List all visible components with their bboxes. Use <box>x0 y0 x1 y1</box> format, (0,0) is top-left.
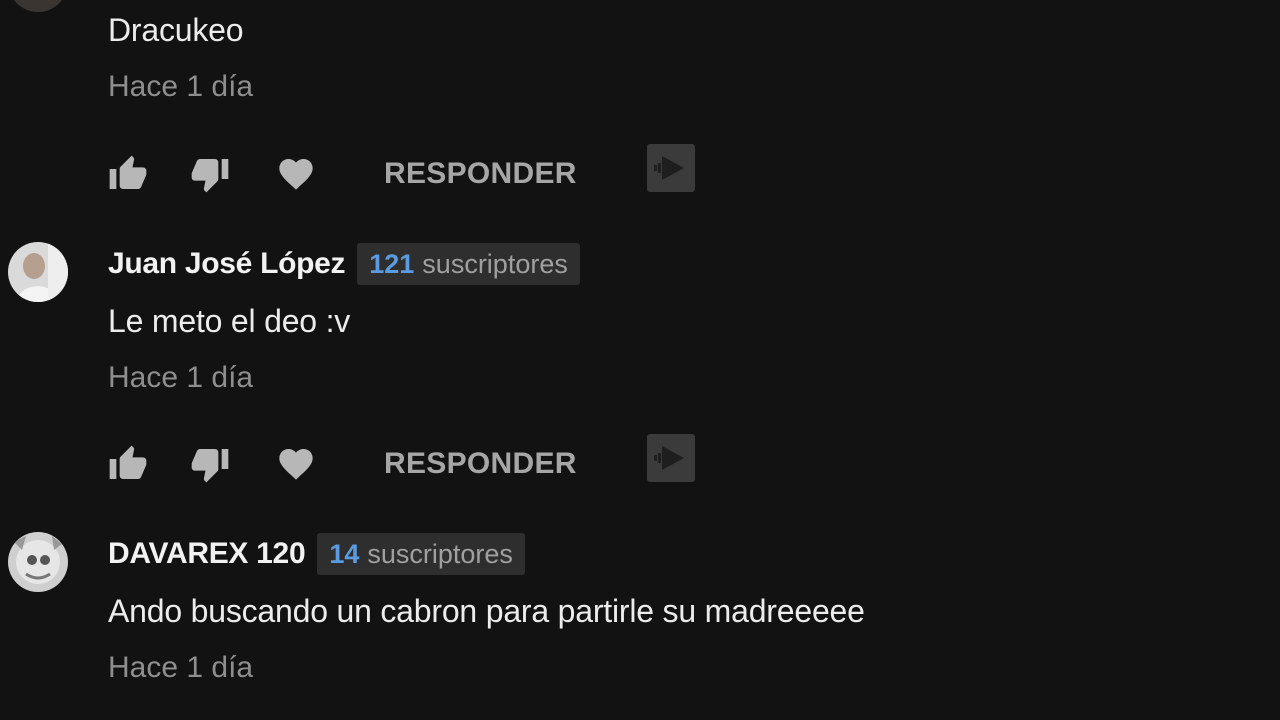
share-video-button[interactable] <box>646 140 696 196</box>
author-name[interactable]: DAVAREX 120 <box>108 537 306 571</box>
share-video-button[interactable] <box>646 430 696 486</box>
subscriber-count: 121 <box>369 248 415 279</box>
thumb-down-icon <box>191 449 229 483</box>
comment-actions: RESPONDER <box>108 434 708 492</box>
comment-actions: RESPONDER <box>108 144 708 202</box>
reply-label: RESPONDER <box>384 157 577 190</box>
dislike-button[interactable] <box>190 436 230 492</box>
comment-header: DAVAREX 120 14 suscriptores <box>108 532 525 576</box>
subscriber-label: suscriptores <box>422 248 568 279</box>
share-video-icon <box>647 144 695 192</box>
dislike-button[interactable] <box>190 146 230 202</box>
share-video-icon <box>647 434 695 482</box>
avatar[interactable] <box>8 532 68 592</box>
heart-icon <box>279 449 313 480</box>
comment-text: Le meto el deo :v <box>108 303 351 339</box>
subscriber-count: 14 <box>329 538 360 569</box>
subscriber-badge: 121 suscriptores <box>357 243 580 285</box>
comment-time[interactable]: Hace 1 día <box>108 70 253 104</box>
comment-time[interactable]: Hace 1 día <box>108 361 253 395</box>
reply-label: RESPONDER <box>384 447 577 480</box>
thumb-down-icon <box>191 159 229 193</box>
avatar[interactable] <box>8 0 68 12</box>
thumb-up-icon <box>109 155 147 189</box>
reply-button[interactable]: RESPONDER <box>384 436 577 492</box>
subscriber-badge: 14 suscriptores <box>317 533 525 575</box>
thumb-up-icon <box>109 445 147 479</box>
comment-text: Ando buscando un cabron para partirle su… <box>108 593 865 629</box>
comment-time[interactable]: Hace 1 día <box>108 651 253 685</box>
subscriber-label: suscriptores <box>367 538 513 569</box>
heart-button[interactable] <box>276 146 316 202</box>
comment-header: Juan José López 121 suscriptores <box>108 242 580 286</box>
reply-button[interactable]: RESPONDER <box>384 146 577 202</box>
heart-button[interactable] <box>276 436 316 492</box>
avatar[interactable] <box>8 242 68 302</box>
comment-text: Dracukeo <box>108 12 244 48</box>
like-button[interactable] <box>108 146 148 202</box>
author-name[interactable]: Juan José López <box>108 247 346 281</box>
comments-section: Dracukeo Hace 1 día RESPONDER Juan José … <box>0 0 1280 720</box>
like-button[interactable] <box>108 436 148 492</box>
heart-icon <box>279 159 313 190</box>
